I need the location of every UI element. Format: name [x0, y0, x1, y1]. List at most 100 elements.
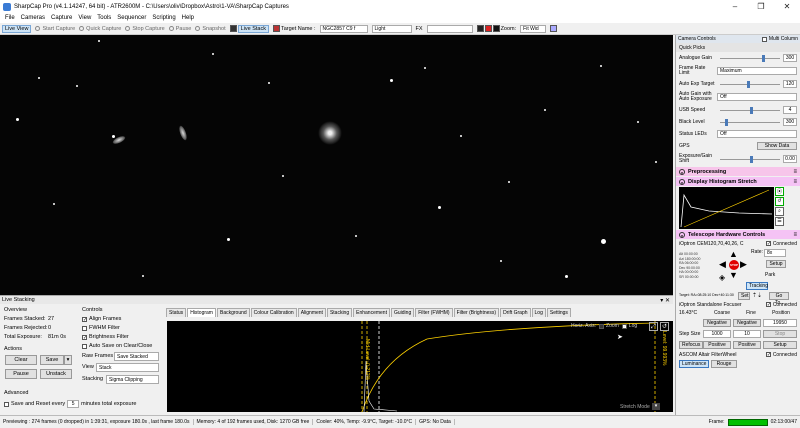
focuser-setup-button[interactable]: Setup	[763, 340, 797, 349]
menu-icon[interactable]: ≡	[793, 179, 797, 185]
tab-guiding[interactable]: Guiding	[390, 308, 415, 317]
black-level-slider[interactable]	[720, 118, 780, 126]
reticle-icon[interactable]	[484, 25, 492, 32]
save-dropdown-icon[interactable]: ▾	[64, 355, 72, 365]
pause-button[interactable]: Pause	[168, 26, 191, 32]
auto-stretch-icon[interactable]: ⦿	[775, 187, 784, 196]
stack-histogram[interactable]: Mid Level: 0.212% Level: 99.993% Horiz. …	[167, 321, 673, 412]
tab-status[interactable]: Status	[166, 308, 187, 317]
align-frames-checkbox[interactable]	[82, 317, 87, 322]
menu-view[interactable]: View	[78, 15, 91, 21]
tab-log[interactable]: Log	[531, 308, 546, 317]
auto-exp-target-value[interactable]: 120	[783, 80, 797, 88]
pause-stack-button[interactable]: Pause	[5, 369, 37, 379]
auto-stretch-icon[interactable]: ⤢	[649, 322, 658, 331]
tracking-button[interactable]: Tracking	[746, 282, 768, 290]
save-reset-checkbox[interactable]	[4, 401, 9, 407]
position-value[interactable]: 19950	[763, 318, 797, 327]
sync-icons[interactable]: ⇡⇣	[752, 292, 762, 299]
quick-capture-button[interactable]: Quick Capture	[79, 26, 121, 32]
auto-exp-target-slider[interactable]	[720, 80, 780, 88]
tab-colour-calibration[interactable]: Colour Calibration	[250, 308, 297, 317]
save-reset-minutes-input[interactable]: 5	[67, 400, 80, 408]
preprocessing-section[interactable]: v Preprocessing ≡	[676, 167, 800, 176]
auto-gain-select[interactable]: Off	[717, 93, 797, 101]
live-view-button[interactable]: Live View	[2, 24, 32, 33]
color-swatch-icon[interactable]	[272, 25, 280, 32]
unstack-button[interactable]: Unstack	[40, 369, 72, 379]
filter-rouge-button[interactable]: Rouge	[711, 359, 737, 368]
focuser-stop-button[interactable]: Stop	[763, 329, 797, 338]
tab-filter-fwhm[interactable]: Filter (FWHM)	[415, 308, 453, 317]
panel-menu-icon[interactable]: ▾ ✕	[660, 297, 670, 304]
rate-select[interactable]: 8x	[764, 249, 786, 257]
focuser-connected-checkbox[interactable]	[765, 302, 771, 307]
focus-icon[interactable]	[492, 25, 500, 32]
fine-positive-button[interactable]: Positive	[733, 340, 761, 349]
multi-column-checkbox[interactable]	[761, 36, 767, 42]
zoom-select[interactable]: Fit Wid	[520, 24, 547, 33]
exposure-gain-shift-value[interactable]: 0.00	[783, 155, 797, 163]
tab-drift-graph[interactable]: Drift Graph	[500, 308, 531, 317]
quick-picks-row[interactable]: Quick Picks	[676, 43, 800, 52]
fine-negative-button[interactable]: Negative	[733, 318, 761, 327]
filter-luminance-button[interactable]: Luminance	[679, 359, 709, 368]
settings-stretch-icon[interactable]: ☰	[775, 217, 784, 226]
menu-capture[interactable]: Capture	[51, 15, 72, 21]
analogue-gain-slider[interactable]	[720, 54, 780, 62]
arrow-down-icon[interactable]: ▼	[729, 271, 738, 280]
auto-save-checkbox[interactable]	[82, 344, 87, 349]
reset-icon[interactable]: ↺	[660, 322, 669, 331]
menu-tools[interactable]: Tools	[97, 15, 111, 21]
zoom-checkbox[interactable]	[599, 323, 605, 329]
menu-sequencer[interactable]: Sequencer	[117, 15, 146, 21]
step-size-coarse-value[interactable]: 1000	[703, 329, 731, 338]
reset-stretch-icon[interactable]: ↺	[775, 197, 784, 206]
minimize-icon[interactable]: –	[722, 2, 748, 11]
clear-button[interactable]: Clear	[5, 355, 37, 365]
brightness-filter-checkbox[interactable]	[82, 335, 87, 340]
snapshot-button[interactable]: Snapshot	[195, 26, 226, 32]
target-name-select[interactable]: NGC2857 C9 f	[319, 24, 368, 33]
menu-file[interactable]: File	[5, 15, 15, 21]
mount-connected-checkbox[interactable]	[765, 241, 771, 246]
menu-icon[interactable]: ≡	[793, 169, 797, 175]
stretch-mode-select[interactable]: ▾	[652, 403, 660, 410]
histogram-stretch-section[interactable]: v Display Histogram Stretch ≡	[676, 177, 800, 186]
telescope-section[interactable]: v Telescope Hardware Controls ≡	[676, 230, 800, 239]
frame-rate-select[interactable]: Maximum	[717, 67, 797, 75]
live-image-viewer[interactable]	[0, 35, 673, 295]
tab-histogram[interactable]: Histogram	[187, 308, 216, 317]
tab-stacking[interactable]: Stacking	[326, 308, 353, 317]
view-select[interactable]: Stack	[96, 363, 159, 372]
black-level-value[interactable]: 300	[783, 118, 797, 126]
tab-background[interactable]: Background	[216, 308, 250, 317]
stop-button[interactable]: STOP	[729, 260, 739, 270]
live-stack-button[interactable]: Live Stack	[237, 24, 269, 33]
filter-wheel-connected-checkbox[interactable]	[765, 352, 771, 357]
tab-alignment[interactable]: Alignment	[297, 308, 326, 317]
stacking-select[interactable]: Sigma Clipping	[106, 375, 159, 384]
menu-cameras[interactable]: Cameras	[21, 15, 45, 21]
fwhm-filter-checkbox[interactable]	[82, 326, 87, 331]
arrow-up-icon[interactable]: ▲	[729, 250, 738, 259]
usb-speed-slider[interactable]	[720, 106, 780, 114]
frame-type-select[interactable]: Light	[371, 24, 412, 33]
fx-swatch-icon[interactable]	[476, 25, 484, 32]
analogue-gain-value[interactable]: 300	[783, 54, 797, 62]
refocus-button[interactable]: Refocus	[679, 340, 703, 349]
exposure-gain-shift-slider[interactable]	[720, 155, 780, 163]
raw-frames-select[interactable]: Save Stacked	[114, 352, 159, 361]
coarse-negative-button[interactable]: Negative	[703, 318, 731, 327]
save-button[interactable]: Save	[40, 355, 64, 365]
menu-scripting[interactable]: Scripting	[152, 15, 175, 21]
maximize-icon[interactable]: ❐	[748, 2, 774, 11]
wand-icon[interactable]	[550, 25, 558, 32]
arrow-right-icon[interactable]: ▶	[740, 260, 747, 269]
tab-settings[interactable]: Settings	[546, 308, 571, 317]
menu-help[interactable]: Help	[182, 15, 194, 21]
close-icon[interactable]: ✕	[774, 2, 800, 11]
log-checkbox[interactable]	[621, 323, 627, 329]
set-button[interactable]: Set	[738, 292, 750, 300]
stop-capture-button[interactable]: Stop Capture	[125, 26, 165, 32]
